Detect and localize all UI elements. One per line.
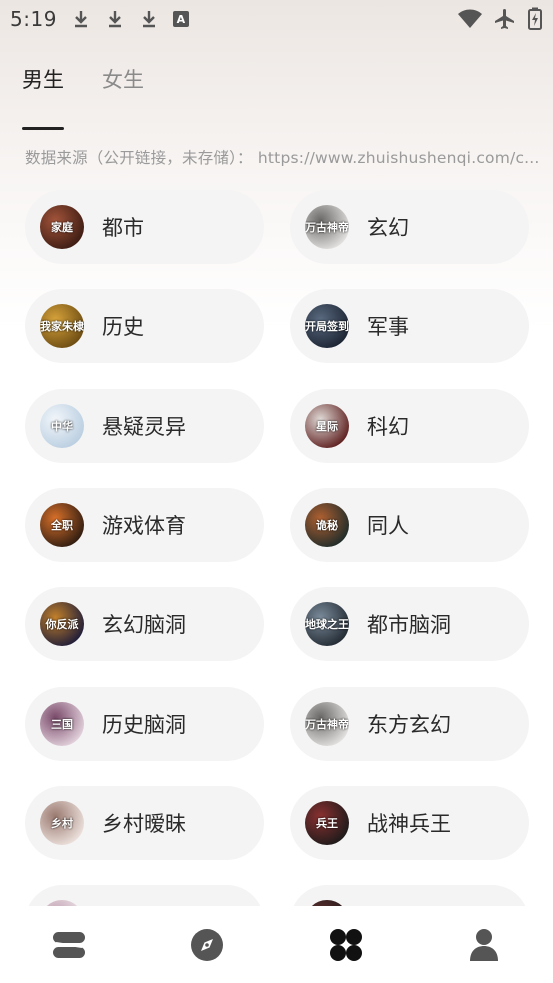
cover-title-text: 兵王 (316, 816, 338, 830)
download-icon (108, 11, 121, 28)
category-item[interactable]: 三国 历史脑洞 (25, 686, 264, 761)
category-label: 都市脑洞 (367, 613, 451, 638)
download-icon (142, 11, 155, 28)
cover-title-text: 万古神帝 (305, 717, 349, 731)
cover-title-text: 万古神帝 (305, 221, 349, 234)
cover-title-text: 家庭 (51, 221, 73, 234)
nav-profile[interactable] (454, 915, 514, 975)
category-cover-image: 家庭 (40, 205, 84, 249)
accessibility-badge-icon: A (172, 11, 189, 27)
category-cover-image: 万古神帝 (305, 701, 349, 746)
wifi-icon (458, 9, 482, 28)
category-cover-image: 地球之王 (305, 602, 349, 647)
category-item[interactable]: 万古神帝 东方玄幻 (290, 686, 529, 761)
category-label: 历史 (102, 315, 144, 340)
cover-title-text: 星际 (316, 419, 338, 433)
profile-icon (469, 928, 498, 961)
category-label: 东方玄幻 (367, 712, 451, 737)
category-label: 乡村暧昧 (102, 811, 186, 836)
category-item[interactable]: 你反派 玄幻脑洞 (25, 587, 264, 662)
category-label: 战神兵王 (367, 811, 451, 836)
category-cover-image: 开局签到 (305, 304, 349, 349)
category-item[interactable]: 地球之王 都市脑洞 (290, 587, 529, 662)
category-cover-image: 中华 (40, 403, 84, 448)
category-item[interactable]: 诡秘 同人 (290, 487, 529, 562)
category-item[interactable]: 家庭 都市 (25, 190, 264, 264)
category-label: 历史脑洞 (102, 712, 186, 737)
data-source-note: 数据来源（公开链接，未存储）： https://www.zhuishushenq… (25, 149, 540, 167)
category-item[interactable] (25, 885, 264, 906)
cover-title-text: 你反派 (45, 618, 79, 632)
category-cover-image: 诡秘 (305, 502, 349, 547)
category-grid: 家庭 都市 万古神帝 玄幻 我家朱棣 历史 开局签到 军事 中华 悬疑灵异 星际 科幻 全职 游戏体育 诡秘… (25, 190, 529, 906)
category-item[interactable]: 兵王 战神兵王 (290, 785, 529, 860)
category-label: 都市 (102, 216, 144, 240)
airplane-mode-icon (495, 9, 514, 29)
category-label: 玄幻脑洞 (102, 613, 186, 638)
bottom-nav (0, 906, 553, 983)
category-item[interactable]: 星际 科幻 (290, 388, 529, 463)
cover-title-text: 地球之王 (305, 618, 349, 632)
category-item[interactable]: 万古神帝 玄幻 (290, 190, 529, 264)
category-cover-image: 星际 (305, 403, 349, 448)
category-label: 悬疑灵异 (102, 414, 186, 439)
bookshelf-icon (53, 931, 86, 958)
category-label: 军事 (367, 315, 409, 340)
category-item[interactable]: 开局签到 军事 (290, 289, 529, 364)
tab-female[interactable]: 女生 (102, 64, 144, 106)
category-cover-image: 兵王 (305, 800, 349, 845)
cover-title-text: 中华 (51, 419, 73, 433)
category-cover-image: 全职 (40, 502, 84, 547)
gender-tabs: 男生 女生 (22, 64, 144, 130)
category-item[interactable]: 中华 悬疑灵异 (25, 388, 264, 463)
category-item[interactable] (290, 885, 529, 906)
status-time: 5:19 (10, 7, 57, 31)
category-item[interactable]: 全职 游戏体育 (25, 487, 264, 562)
category-label: 同人 (367, 513, 409, 538)
nav-category[interactable] (316, 915, 376, 975)
category-label: 玄幻 (367, 216, 409, 240)
cover-title-text: 三国 (51, 717, 73, 731)
category-cover-image: 我家朱棣 (40, 304, 84, 349)
category-item[interactable]: 我家朱棣 历史 (25, 289, 264, 364)
compass-icon (191, 928, 224, 961)
status-bar: 5:19 A (0, 0, 553, 38)
cover-title-text: 我家朱棣 (40, 320, 84, 334)
category-grid-icon (329, 928, 362, 961)
nav-discover[interactable] (177, 915, 237, 975)
battery-icon (528, 7, 542, 30)
category-cover-image: 三国 (40, 701, 84, 746)
tab-male[interactable]: 男生 (22, 64, 64, 130)
category-item[interactable]: 乡村 乡村暧昧 (25, 785, 264, 860)
category-cover-image: 乡村 (40, 800, 84, 845)
category-cover-image: 万古神帝 (305, 205, 349, 249)
category-label: 游戏体育 (102, 513, 186, 538)
cover-title-text: 乡村 (51, 816, 73, 830)
cover-title-text: 开局签到 (305, 320, 349, 334)
download-icon (74, 11, 87, 28)
cover-title-text: 全职 (51, 518, 73, 532)
category-cover-image: 你反派 (40, 602, 84, 647)
cover-title-text: 诡秘 (316, 518, 338, 532)
category-label: 科幻 (367, 414, 409, 439)
nav-bookshelf[interactable] (39, 915, 99, 975)
